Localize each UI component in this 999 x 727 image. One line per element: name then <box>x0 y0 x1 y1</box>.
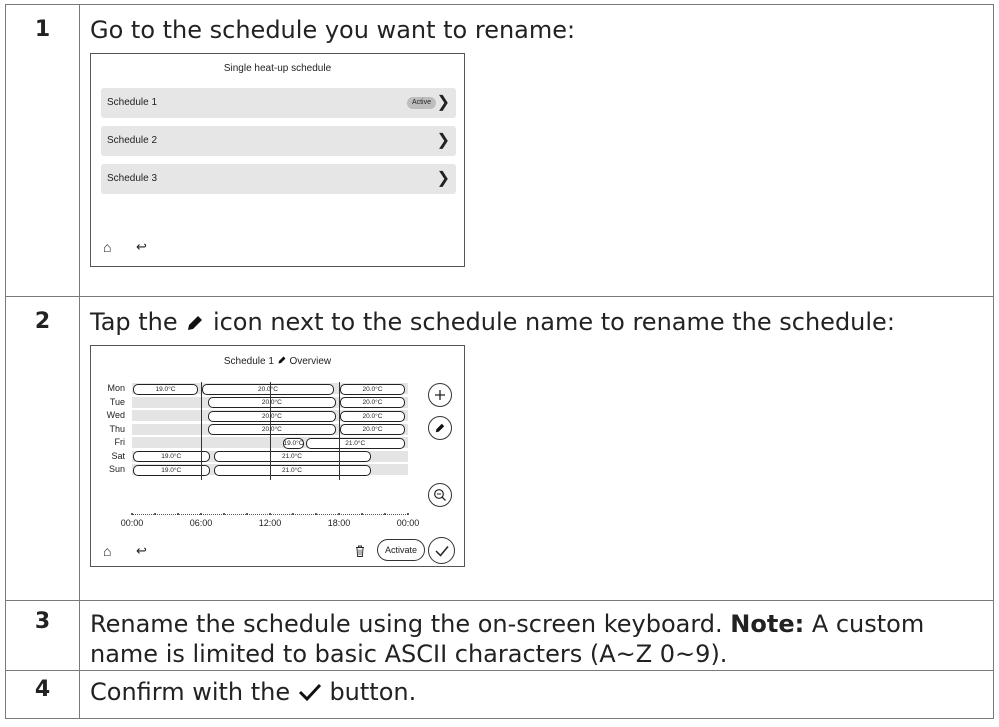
temperature-segment[interactable]: 20.0°C <box>340 424 405 435</box>
step-text-after: icon next to the schedule name to rename… <box>212 308 895 336</box>
step-number: 3 <box>5 600 80 671</box>
step-content: Rename the schedule using the on-screen … <box>79 600 994 671</box>
day-label: Sat <box>111 450 125 461</box>
pencil-icon <box>435 423 445 433</box>
time-tick-label: 18:00 <box>327 518 351 528</box>
step-text-after: button. <box>329 678 417 706</box>
step-text-before: Confirm with the <box>90 678 291 706</box>
zoom-icon <box>434 489 446 501</box>
zoom-button[interactable] <box>428 483 452 507</box>
screen-title: Schedule 1 Overview <box>91 355 464 368</box>
step-row: 4 Confirm with the button. <box>5 670 994 719</box>
back-icon[interactable]: ↩ <box>136 240 147 254</box>
time-tick <box>131 513 133 515</box>
step-text: Go to the schedule you want to rename: <box>90 16 576 44</box>
time-gridline <box>270 382 271 480</box>
steps-table: 1 Go to the schedule you want to rename:… <box>5 4 994 719</box>
step-row: 1 Go to the schedule you want to rename:… <box>5 4 994 297</box>
active-badge: Active <box>406 97 436 109</box>
temperature-segment[interactable]: 19.0°C <box>133 383 198 395</box>
time-tick <box>246 513 248 515</box>
schedule-item-label: Schedule 1 <box>107 97 158 108</box>
time-tick <box>407 513 409 515</box>
temperature-segment[interactable]: 21.0°C <box>213 451 371 462</box>
temperature-segment[interactable]: 20.0°C <box>340 383 405 395</box>
activate-button[interactable]: Activate <box>377 539 425 561</box>
chevron-right-icon: ❯ <box>436 132 450 149</box>
time-tick <box>384 513 386 515</box>
add-icon <box>435 390 445 400</box>
step-number: 1 <box>5 4 80 297</box>
schedule-item-2[interactable]: Schedule 2 ❯ <box>101 126 456 156</box>
temperature-segment[interactable]: 20.0°C <box>202 383 334 395</box>
home-icon[interactable]: ⌂ <box>103 240 111 254</box>
schedule-item-label: Schedule 3 <box>107 173 158 184</box>
temperature-segment[interactable]: 19.0°C <box>133 451 210 462</box>
schedule-overview-screen: Schedule 1 Overview Mon 19.0°C 20.0°C 20.0°… <box>90 345 465 567</box>
temperature-segment[interactable]: 20.0°C <box>340 397 405 408</box>
confirm-button[interactable] <box>428 537 455 564</box>
temperature-segment[interactable]: 20.0°C <box>207 397 336 408</box>
pencil-icon <box>188 316 203 330</box>
step-row: 2 Tap the icon next to the schedule name… <box>5 296 994 601</box>
schedule-list-screen: Single heat-up schedule Schedule 1 Activ… <box>90 53 465 267</box>
temperature-segment[interactable]: 21.0°C <box>213 464 371 476</box>
schedule-name: Schedule 1 <box>223 356 274 367</box>
day-label: Fri <box>114 437 126 447</box>
day-label: Thu <box>109 423 125 434</box>
time-tick <box>292 513 294 515</box>
temperature-segment[interactable]: 21.0°C <box>305 437 405 449</box>
note-label: Note: <box>730 610 805 638</box>
pencil-icon[interactable] <box>277 355 287 365</box>
time-tick <box>223 513 225 515</box>
time-tick-label: 12:00 <box>258 518 282 528</box>
step-content: Tap the icon next to the schedule name t… <box>79 296 994 601</box>
schedule-item-3[interactable]: Schedule 3 ❯ <box>101 164 456 194</box>
temperature-segment[interactable]: 19.0°C <box>133 464 210 476</box>
temperature-segment[interactable]: 19.0°C <box>282 437 304 449</box>
time-tick-label: 00:00 <box>120 518 144 528</box>
time-tick <box>269 513 271 515</box>
day-label: Wed <box>106 410 125 420</box>
step-text-before: Rename the schedule using the on-screen … <box>90 610 731 638</box>
schedule-item-label: Schedule 2 <box>107 135 158 146</box>
step-text: Tap the icon next to the schedule name t… <box>90 307 993 337</box>
time-tick <box>338 513 340 515</box>
step-text-before: Tap the <box>90 308 178 336</box>
temperature-segment[interactable]: 20.0°C <box>207 410 336 422</box>
time-tick <box>154 513 156 515</box>
home-icon[interactable]: ⌂ <box>103 544 111 558</box>
time-tick <box>315 513 317 515</box>
day-label: Sun <box>108 464 125 474</box>
trash-icon[interactable] <box>355 545 365 557</box>
time-tick <box>361 513 363 515</box>
schedule-item-1[interactable]: Schedule 1 Active ❯ <box>101 88 456 118</box>
chevron-right-icon: ❯ <box>436 170 450 187</box>
time-gridline <box>339 382 340 480</box>
time-tick <box>200 513 202 515</box>
time-gridline <box>201 382 202 480</box>
overview-label: Overview <box>289 356 332 367</box>
temperature-segment[interactable]: 20.0°C <box>340 410 405 422</box>
chevron-right-icon: ❯ <box>436 94 450 111</box>
checkmark-icon <box>298 683 321 702</box>
step-number: 4 <box>5 670 80 719</box>
edit-button[interactable] <box>428 416 452 440</box>
step-content: Go to the schedule you want to rename: S… <box>79 4 994 297</box>
time-tick-label: 00:00 <box>396 518 420 528</box>
temperature-segment[interactable]: 20.0°C <box>207 424 336 435</box>
checkmark-icon <box>434 545 449 557</box>
step-row: 3 Rename the schedule using the on-scree… <box>5 600 994 671</box>
day-label: Tue <box>109 396 125 407</box>
step-content: Confirm with the button. <box>79 670 994 719</box>
step-number: 2 <box>5 296 80 601</box>
time-tick <box>177 513 179 515</box>
add-button[interactable] <box>428 383 452 407</box>
screen-title: Single heat-up schedule <box>223 63 332 74</box>
day-label: Mon <box>107 383 125 393</box>
time-tick-label: 06:00 <box>189 518 213 528</box>
back-icon[interactable]: ↩ <box>136 544 147 558</box>
